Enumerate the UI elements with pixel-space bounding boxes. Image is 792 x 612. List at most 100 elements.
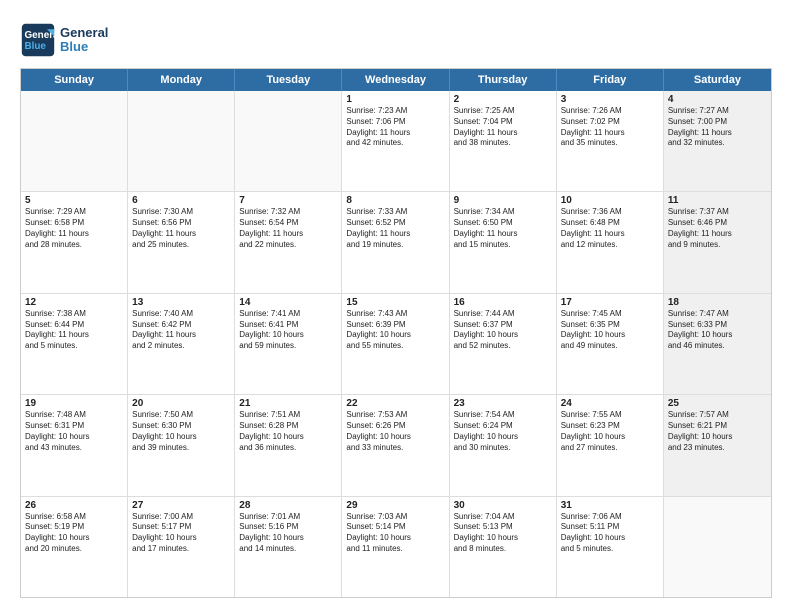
day-number: 10 <box>561 195 659 206</box>
calendar-row-1: 5Sunrise: 7:29 AM Sunset: 6:58 PM Daylig… <box>21 192 771 293</box>
calendar-cell: 10Sunrise: 7:36 AM Sunset: 6:48 PM Dayli… <box>557 192 664 292</box>
cell-text: Sunrise: 7:47 AM Sunset: 6:33 PM Dayligh… <box>668 309 767 352</box>
cell-text: Sunrise: 7:34 AM Sunset: 6:50 PM Dayligh… <box>454 207 552 250</box>
header-cell-saturday: Saturday <box>664 69 771 91</box>
cell-text: Sunrise: 7:01 AM Sunset: 5:16 PM Dayligh… <box>239 512 337 555</box>
calendar-header: SundayMondayTuesdayWednesdayThursdayFrid… <box>21 69 771 91</box>
day-number: 11 <box>668 195 767 206</box>
day-number: 2 <box>454 94 552 105</box>
cell-text: Sunrise: 7:06 AM Sunset: 5:11 PM Dayligh… <box>561 512 659 555</box>
calendar-cell <box>128 91 235 191</box>
day-number: 21 <box>239 398 337 409</box>
calendar-cell: 9Sunrise: 7:34 AM Sunset: 6:50 PM Daylig… <box>450 192 557 292</box>
calendar-cell: 19Sunrise: 7:48 AM Sunset: 6:31 PM Dayli… <box>21 395 128 495</box>
page: General Blue General Blue SundayMondayTu… <box>0 0 792 612</box>
calendar-cell: 26Sunrise: 6:58 AM Sunset: 5:19 PM Dayli… <box>21 497 128 597</box>
day-number: 29 <box>346 500 444 511</box>
day-number: 28 <box>239 500 337 511</box>
calendar-cell: 15Sunrise: 7:43 AM Sunset: 6:39 PM Dayli… <box>342 294 449 394</box>
header-cell-monday: Monday <box>128 69 235 91</box>
calendar-cell: 27Sunrise: 7:00 AM Sunset: 5:17 PM Dayli… <box>128 497 235 597</box>
header-cell-sunday: Sunday <box>21 69 128 91</box>
calendar-row-4: 26Sunrise: 6:58 AM Sunset: 5:19 PM Dayli… <box>21 497 771 597</box>
calendar-row-2: 12Sunrise: 7:38 AM Sunset: 6:44 PM Dayli… <box>21 294 771 395</box>
cell-text: Sunrise: 7:29 AM Sunset: 6:58 PM Dayligh… <box>25 207 123 250</box>
day-number: 26 <box>25 500 123 511</box>
day-number: 24 <box>561 398 659 409</box>
calendar-cell: 25Sunrise: 7:57 AM Sunset: 6:21 PM Dayli… <box>664 395 771 495</box>
header-cell-wednesday: Wednesday <box>342 69 449 91</box>
calendar-cell: 30Sunrise: 7:04 AM Sunset: 5:13 PM Dayli… <box>450 497 557 597</box>
calendar-row-3: 19Sunrise: 7:48 AM Sunset: 6:31 PM Dayli… <box>21 395 771 496</box>
calendar-cell: 17Sunrise: 7:45 AM Sunset: 6:35 PM Dayli… <box>557 294 664 394</box>
calendar-cell: 14Sunrise: 7:41 AM Sunset: 6:41 PM Dayli… <box>235 294 342 394</box>
svg-text:Blue: Blue <box>25 41 47 52</box>
cell-text: Sunrise: 7:26 AM Sunset: 7:02 PM Dayligh… <box>561 106 659 149</box>
day-number: 6 <box>132 195 230 206</box>
calendar-cell: 28Sunrise: 7:01 AM Sunset: 5:16 PM Dayli… <box>235 497 342 597</box>
calendar-cell <box>664 497 771 597</box>
day-number: 20 <box>132 398 230 409</box>
calendar-cell: 2Sunrise: 7:25 AM Sunset: 7:04 PM Daylig… <box>450 91 557 191</box>
cell-text: Sunrise: 7:33 AM Sunset: 6:52 PM Dayligh… <box>346 207 444 250</box>
calendar-cell: 5Sunrise: 7:29 AM Sunset: 6:58 PM Daylig… <box>21 192 128 292</box>
calendar-cell <box>21 91 128 191</box>
calendar-cell: 18Sunrise: 7:47 AM Sunset: 6:33 PM Dayli… <box>664 294 771 394</box>
calendar-cell: 8Sunrise: 7:33 AM Sunset: 6:52 PM Daylig… <box>342 192 449 292</box>
header-cell-friday: Friday <box>557 69 664 91</box>
cell-text: Sunrise: 7:51 AM Sunset: 6:28 PM Dayligh… <box>239 410 337 453</box>
cell-text: Sunrise: 7:03 AM Sunset: 5:14 PM Dayligh… <box>346 512 444 555</box>
calendar-cell: 23Sunrise: 7:54 AM Sunset: 6:24 PM Dayli… <box>450 395 557 495</box>
logo-icon: General Blue <box>20 22 56 58</box>
day-number: 12 <box>25 297 123 308</box>
calendar-cell: 6Sunrise: 7:30 AM Sunset: 6:56 PM Daylig… <box>128 192 235 292</box>
day-number: 31 <box>561 500 659 511</box>
calendar-cell: 3Sunrise: 7:26 AM Sunset: 7:02 PM Daylig… <box>557 91 664 191</box>
header: General Blue General Blue <box>20 18 772 58</box>
cell-text: Sunrise: 7:53 AM Sunset: 6:26 PM Dayligh… <box>346 410 444 453</box>
day-number: 22 <box>346 398 444 409</box>
header-cell-tuesday: Tuesday <box>235 69 342 91</box>
cell-text: Sunrise: 7:40 AM Sunset: 6:42 PM Dayligh… <box>132 309 230 352</box>
cell-text: Sunrise: 7:54 AM Sunset: 6:24 PM Dayligh… <box>454 410 552 453</box>
cell-text: Sunrise: 7:30 AM Sunset: 6:56 PM Dayligh… <box>132 207 230 250</box>
logo-text: General Blue <box>60 26 108 55</box>
calendar-row-0: 1Sunrise: 7:23 AM Sunset: 7:06 PM Daylig… <box>21 91 771 192</box>
day-number: 13 <box>132 297 230 308</box>
calendar-cell: 21Sunrise: 7:51 AM Sunset: 6:28 PM Dayli… <box>235 395 342 495</box>
calendar-cell: 22Sunrise: 7:53 AM Sunset: 6:26 PM Dayli… <box>342 395 449 495</box>
day-number: 15 <box>346 297 444 308</box>
calendar: SundayMondayTuesdayWednesdayThursdayFrid… <box>20 68 772 598</box>
calendar-cell: 4Sunrise: 7:27 AM Sunset: 7:00 PM Daylig… <box>664 91 771 191</box>
cell-text: Sunrise: 7:43 AM Sunset: 6:39 PM Dayligh… <box>346 309 444 352</box>
cell-text: Sunrise: 7:25 AM Sunset: 7:04 PM Dayligh… <box>454 106 552 149</box>
calendar-cell: 11Sunrise: 7:37 AM Sunset: 6:46 PM Dayli… <box>664 192 771 292</box>
cell-text: Sunrise: 7:38 AM Sunset: 6:44 PM Dayligh… <box>25 309 123 352</box>
day-number: 18 <box>668 297 767 308</box>
day-number: 27 <box>132 500 230 511</box>
calendar-cell <box>235 91 342 191</box>
day-number: 5 <box>25 195 123 206</box>
cell-text: Sunrise: 6:58 AM Sunset: 5:19 PM Dayligh… <box>25 512 123 555</box>
day-number: 25 <box>668 398 767 409</box>
day-number: 14 <box>239 297 337 308</box>
calendar-cell: 7Sunrise: 7:32 AM Sunset: 6:54 PM Daylig… <box>235 192 342 292</box>
logo: General Blue General Blue <box>20 22 108 58</box>
day-number: 3 <box>561 94 659 105</box>
cell-text: Sunrise: 7:23 AM Sunset: 7:06 PM Dayligh… <box>346 106 444 149</box>
day-number: 30 <box>454 500 552 511</box>
cell-text: Sunrise: 7:41 AM Sunset: 6:41 PM Dayligh… <box>239 309 337 352</box>
day-number: 8 <box>346 195 444 206</box>
cell-text: Sunrise: 7:50 AM Sunset: 6:30 PM Dayligh… <box>132 410 230 453</box>
cell-text: Sunrise: 7:44 AM Sunset: 6:37 PM Dayligh… <box>454 309 552 352</box>
cell-text: Sunrise: 7:36 AM Sunset: 6:48 PM Dayligh… <box>561 207 659 250</box>
day-number: 16 <box>454 297 552 308</box>
cell-text: Sunrise: 7:55 AM Sunset: 6:23 PM Dayligh… <box>561 410 659 453</box>
day-number: 17 <box>561 297 659 308</box>
day-number: 19 <box>25 398 123 409</box>
calendar-cell: 13Sunrise: 7:40 AM Sunset: 6:42 PM Dayli… <box>128 294 235 394</box>
header-cell-thursday: Thursday <box>450 69 557 91</box>
calendar-cell: 16Sunrise: 7:44 AM Sunset: 6:37 PM Dayli… <box>450 294 557 394</box>
calendar-body: 1Sunrise: 7:23 AM Sunset: 7:06 PM Daylig… <box>21 91 771 597</box>
day-number: 7 <box>239 195 337 206</box>
